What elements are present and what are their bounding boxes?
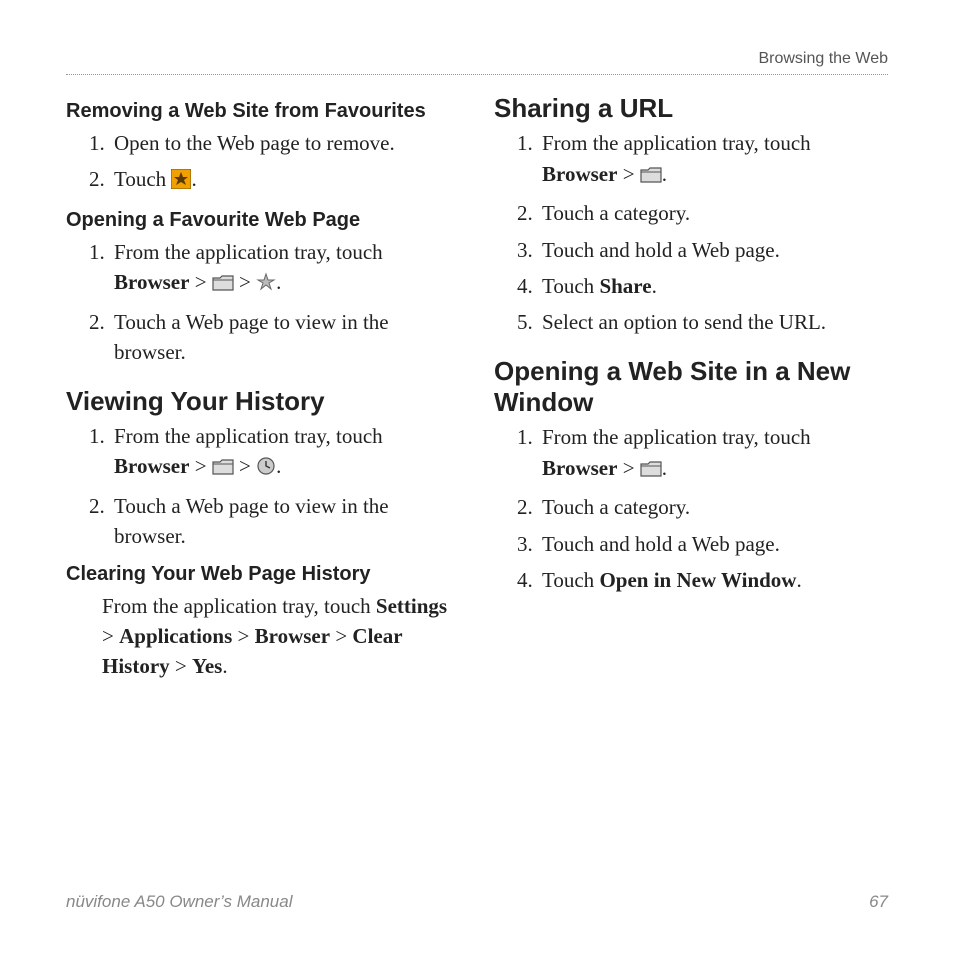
- section-title: Browsing the Web: [758, 50, 888, 67]
- page-footer: nüvifone A50 Owner’s Manual 67: [66, 892, 888, 912]
- footer-book-title: nüvifone A50 Owner’s Manual: [66, 892, 293, 912]
- steps-viewing-history: From the application tray, touch Browser…: [66, 421, 460, 552]
- list-item: Touch a Web page to view in the browser.: [110, 307, 460, 368]
- footer-page-number: 67: [869, 892, 888, 912]
- list-item: From the application tray, touch Browser…: [110, 237, 460, 301]
- list-item: Touch a Web page to view in the browser.: [110, 491, 460, 552]
- list-item: Touch Open in New Window.: [538, 565, 888, 595]
- folder-icon: [212, 454, 234, 484]
- list-item: From the application tray, touch Browser…: [538, 422, 888, 486]
- right-column: Sharing a URL From the application tray,…: [494, 93, 888, 692]
- clock-icon: [256, 454, 276, 484]
- list-item: Touch Share.: [538, 271, 888, 301]
- list-item: From the application tray, touch Browser…: [538, 128, 888, 192]
- heading-new-window: Opening a Web Site in a New Window: [494, 356, 888, 418]
- steps-sharing-url: From the application tray, touch Browser…: [494, 128, 888, 338]
- heading-sharing-url: Sharing a URL: [494, 93, 888, 124]
- folder-icon: [640, 162, 662, 192]
- page-header: Browsing the Web: [66, 50, 888, 75]
- list-item: Touch a category.: [538, 492, 888, 522]
- list-item: Touch and hold a Web page.: [538, 529, 888, 559]
- heading-removing-favourite: Removing a Web Site from Favourites: [66, 99, 460, 124]
- heading-clearing-history: Clearing Your Web Page History: [66, 562, 460, 587]
- list-item: Touch a category.: [538, 198, 888, 228]
- list-item: Open to the Web page to remove.: [110, 128, 460, 158]
- left-column: Removing a Web Site from Favourites Open…: [66, 93, 460, 692]
- list-item: From the application tray, touch Browser…: [110, 421, 460, 485]
- manual-page: Browsing the Web Removing a Web Site fro…: [0, 0, 954, 954]
- steps-new-window: From the application tray, touch Browser…: [494, 422, 888, 595]
- heading-opening-favourite: Opening a Favourite Web Page: [66, 208, 460, 233]
- steps-removing-favourite: Open to the Web page to remove. Touch .: [66, 128, 460, 198]
- star-box-icon: [171, 167, 191, 197]
- steps-opening-favourite: From the application tray, touch Browser…: [66, 237, 460, 368]
- star-grey-icon: [256, 270, 276, 300]
- list-item: Select an option to send the URL.: [538, 307, 888, 337]
- folder-icon: [640, 456, 662, 486]
- folder-icon: [212, 270, 234, 300]
- clearing-history-text: From the application tray, touch Setting…: [102, 591, 460, 682]
- list-item: Touch .: [110, 164, 460, 197]
- list-item: Touch and hold a Web page.: [538, 235, 888, 265]
- content-columns: Removing a Web Site from Favourites Open…: [66, 93, 888, 692]
- heading-viewing-history: Viewing Your History: [66, 386, 460, 417]
